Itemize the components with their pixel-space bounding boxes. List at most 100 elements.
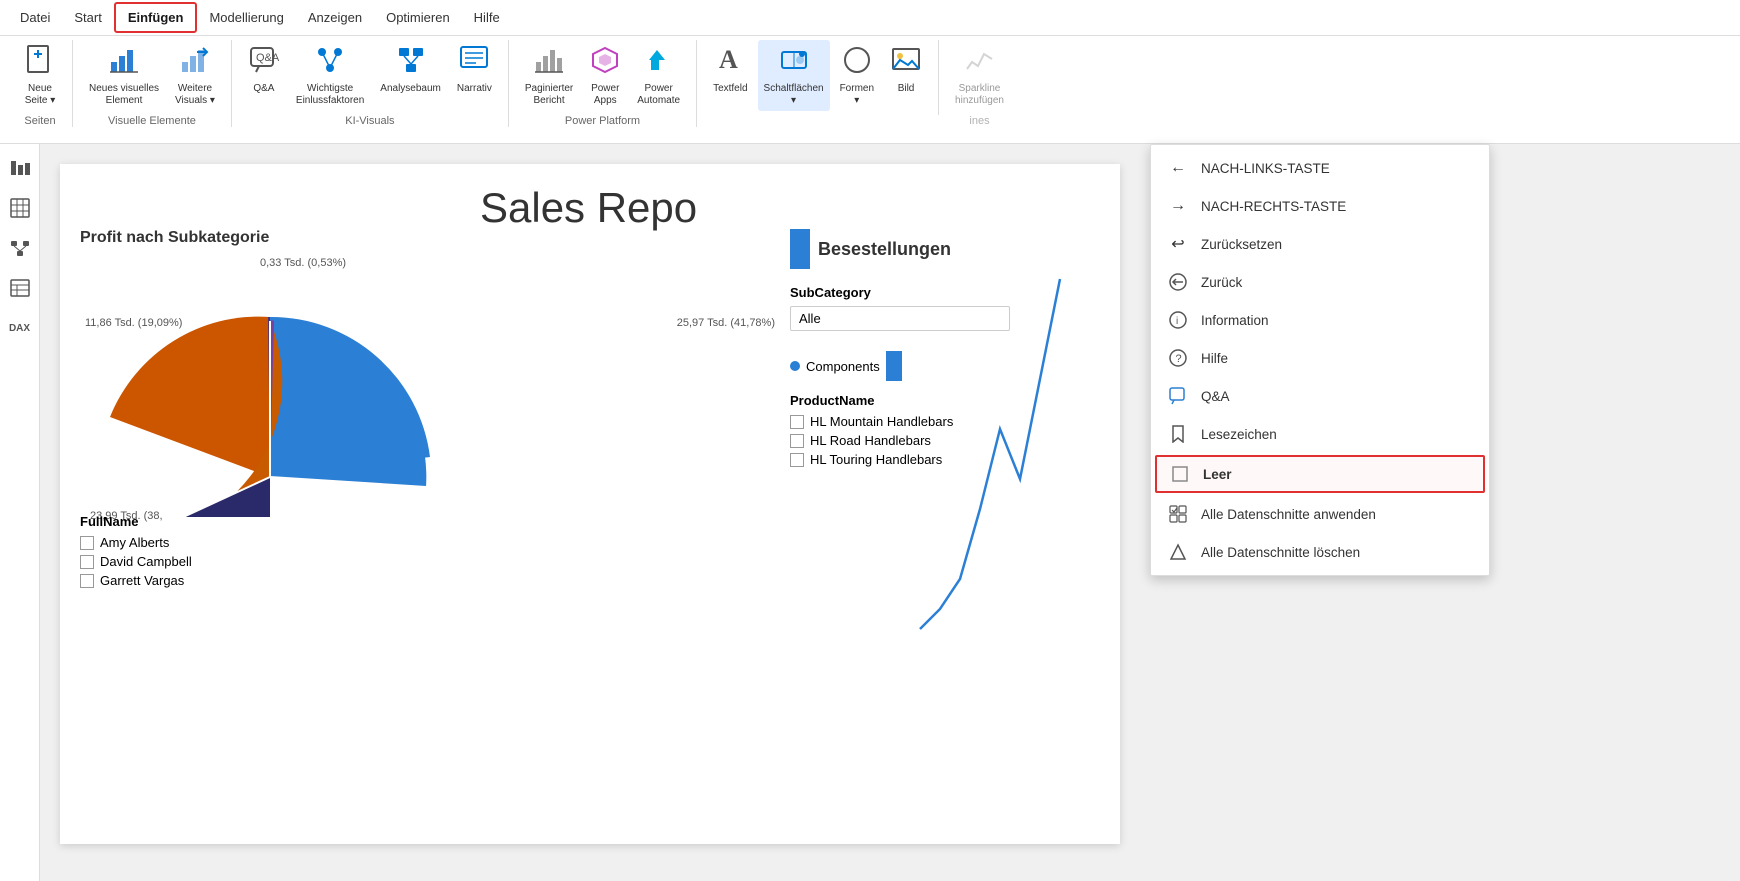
dropdown-information[interactable]: i Information xyxy=(1151,301,1489,339)
schaltflaechen-button[interactable]: Schaltflächen▾ xyxy=(758,40,830,111)
alle-datenschnitte-loeschen-label: Alle Datenschnitte löschen xyxy=(1201,545,1360,560)
bottom-section: FullName Amy Alberts David Campbell Garr… xyxy=(80,514,192,592)
lesezeichen-icon xyxy=(1167,423,1189,445)
neue-seite-icon xyxy=(24,44,56,81)
pie-chart-svg xyxy=(80,277,460,517)
nach-links-icon: ← xyxy=(1167,157,1189,179)
name-item-1: Amy Alberts xyxy=(80,535,192,550)
nach-rechts-label: NACH-RECHTS-TASTE xyxy=(1201,199,1346,214)
weitere-visuals-icon xyxy=(179,44,211,81)
textfeld-button[interactable]: A Textfeld xyxy=(707,40,753,99)
hilfe-icon: ? xyxy=(1167,347,1189,369)
alle-datenschnitte-icon xyxy=(1167,503,1189,525)
ribbon-group-sparkline-label: ines xyxy=(949,115,1010,127)
narrativ-label: Narrativ xyxy=(457,83,492,95)
schaltflaechen-label: Schaltflächen▾ xyxy=(764,83,824,107)
sidebar-data-icon[interactable] xyxy=(4,272,36,304)
zuruecksetzen-label: Zurücksetzen xyxy=(1201,237,1282,252)
svg-text:i: i xyxy=(1176,316,1178,327)
pie-label-right: 25,97 Tsd. (41,78%) xyxy=(677,317,775,329)
menu-item-modellierung[interactable]: Modellierung xyxy=(197,4,295,31)
dropdown-lesezeichen[interactable]: Lesezeichen xyxy=(1151,415,1489,453)
dropdown-qa[interactable]: Q&A xyxy=(1151,377,1489,415)
leer-label: Leer xyxy=(1203,467,1232,482)
sparkline-icon xyxy=(964,44,996,81)
canvas-page: Sales Repo Profit nach Subkategorie 0,33… xyxy=(60,164,1120,844)
menu-item-hilfe[interactable]: Hilfe xyxy=(462,4,512,31)
name-checkbox-3[interactable] xyxy=(80,574,94,588)
pie-label-left: 11,86 Tsd. (19,09%) xyxy=(85,317,182,329)
report-title: Sales Repo xyxy=(480,184,697,232)
name-checkbox-2[interactable] xyxy=(80,555,94,569)
dropdown-zuruecksetzen[interactable]: ↩ Zurücksetzen xyxy=(1151,225,1489,263)
paginierter-label: PaginierterBericht xyxy=(525,83,573,107)
schaltflaechen-icon xyxy=(778,44,810,81)
ribbon-group-power: PaginierterBericht PowerApps PowerAut xyxy=(509,40,697,127)
name-item-3: Garrett Vargas xyxy=(80,573,192,588)
analysebaum-button[interactable]: Analysebaum xyxy=(374,40,447,99)
hilfe-label: Hilfe xyxy=(1201,351,1228,366)
information-icon: i xyxy=(1167,309,1189,331)
formen-button[interactable]: Formen▾ xyxy=(834,40,880,111)
sidebar-model-icon[interactable] xyxy=(4,232,36,264)
pie-chart-container: 0,33 Tsd. (0,53%) 11,86 Tsd. (19,09%) 25… xyxy=(80,277,780,522)
qa-button[interactable]: Q&A Q&A xyxy=(242,40,286,99)
narrativ-button[interactable]: Narrativ xyxy=(451,40,498,99)
dropdown-hilfe[interactable]: ? Hilfe xyxy=(1151,339,1489,377)
sidebar-dax-icon[interactable]: DAX xyxy=(4,312,36,344)
sidebar-report-icon[interactable] xyxy=(4,152,36,184)
bild-button[interactable]: Bild xyxy=(884,40,928,99)
sparkline-button: Sparklinehinzufügen xyxy=(949,40,1010,111)
ribbon-group-insert: A Textfeld Schaltflächen▾ xyxy=(697,40,939,115)
profit-title: Profit nach Subkategorie xyxy=(80,229,780,247)
dropdown-alle-datenschnitte-loeschen[interactable]: Alle Datenschnitte löschen xyxy=(1151,533,1489,571)
ribbon-group-seiten: NeueSeite ▾ Seiten xyxy=(8,40,73,127)
weitere-visuals-button[interactable]: WeitereVisuals ▾ xyxy=(169,40,221,111)
ribbon-group-seiten-label: Seiten xyxy=(18,115,62,127)
zurueck-label: Zurück xyxy=(1201,275,1242,290)
menu-item-anzeigen[interactable]: Anzeigen xyxy=(296,4,374,31)
power-apps-label: PowerApps xyxy=(591,83,619,107)
fullname-section: FullName Amy Alberts David Campbell Garr… xyxy=(80,514,192,592)
wichtigste-button[interactable]: WichtigsteEinlussfaktoren xyxy=(290,40,370,111)
dropdown-alle-datenschnitte[interactable]: Alle Datenschnitte anwenden xyxy=(1151,495,1489,533)
name-checkbox-1[interactable] xyxy=(80,536,94,550)
menu-item-datei[interactable]: Datei xyxy=(8,4,62,31)
dropdown-nach-links[interactable]: ← NACH-LINKS-TASTE xyxy=(1151,149,1489,187)
alle-datenschnitte-loeschen-icon xyxy=(1167,541,1189,563)
alle-datenschnitte-label: Alle Datenschnitte anwenden xyxy=(1201,507,1376,522)
leer-icon xyxy=(1169,463,1191,485)
neue-seite-button[interactable]: NeueSeite ▾ xyxy=(18,40,62,111)
menu-item-start[interactable]: Start xyxy=(62,4,113,31)
lesezeichen-label: Lesezeichen xyxy=(1201,427,1277,442)
name-item-2: David Campbell xyxy=(80,554,192,569)
analysebaum-label: Analysebaum xyxy=(380,83,441,95)
ribbon-group-ki-label: KI-Visuals xyxy=(242,115,498,127)
bild-icon xyxy=(890,44,922,81)
schaltflaechen-dropdown: ← NACH-LINKS-TASTE → NACH-RECHTS-TASTE ↩… xyxy=(1150,144,1490,576)
power-apps-button[interactable]: PowerApps xyxy=(583,40,627,111)
textfeld-label: Textfeld xyxy=(713,83,747,95)
menu-item-einfuegen[interactable]: Einfügen xyxy=(114,2,198,33)
components-label: Components xyxy=(806,359,880,374)
product-checkbox-2[interactable] xyxy=(790,434,804,448)
svg-text:A: A xyxy=(719,45,738,74)
qa-icon: Q&A xyxy=(248,44,280,81)
paginierter-button[interactable]: PaginierterBericht xyxy=(519,40,579,111)
ribbon-group-sparkline: Sparklinehinzufügen ines xyxy=(939,40,1020,127)
formen-label: Formen▾ xyxy=(840,83,874,107)
dropdown-zurueck[interactable]: Zurück xyxy=(1151,263,1489,301)
dropdown-nach-rechts[interactable]: → NACH-RECHTS-TASTE xyxy=(1151,187,1489,225)
menu-item-optimieren[interactable]: Optimieren xyxy=(374,4,462,31)
power-automate-button[interactable]: PowerAutomate xyxy=(631,40,686,111)
dropdown-leer[interactable]: Leer xyxy=(1155,455,1485,493)
neues-visuelles-element-button[interactable]: Neues visuellesElement xyxy=(83,40,165,111)
product-checkbox-1[interactable] xyxy=(790,415,804,429)
sidebar-table-icon[interactable] xyxy=(4,192,36,224)
information-label: Information xyxy=(1201,313,1269,328)
menu-bar: Datei Start Einfügen Modellierung Anzeig… xyxy=(0,0,1740,36)
zuruecksetzen-icon: ↩ xyxy=(1167,233,1189,255)
product-checkbox-3[interactable] xyxy=(790,453,804,467)
pie-label-top: 0,33 Tsd. (0,53%) xyxy=(260,257,346,269)
svg-text:?: ? xyxy=(1176,353,1182,365)
